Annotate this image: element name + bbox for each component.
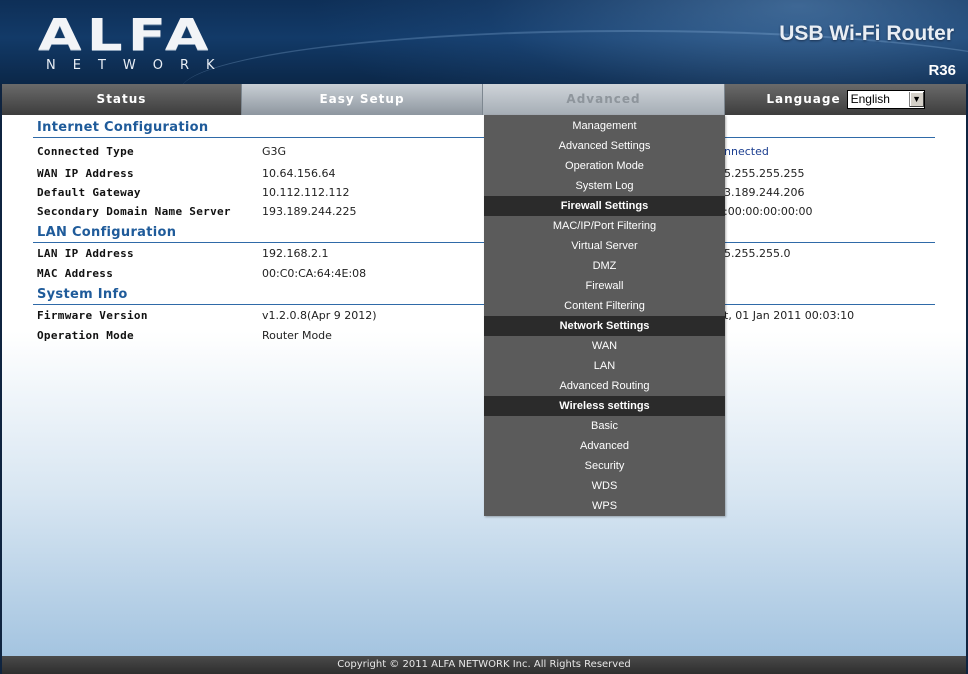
page-header: ALFA NETWORK USB Wi-Fi Router R36	[0, 0, 968, 84]
product-title: USB Wi-Fi Router	[779, 22, 954, 45]
label-connected-type: Connected Type	[37, 145, 134, 158]
menu-item-wps[interactable]: WPS	[484, 496, 725, 516]
page-footer: Copyright © 2011 ALFA NETWORK Inc. All R…	[2, 656, 966, 674]
label-firmware-version: Firmware Version	[37, 309, 148, 322]
menu-item-wan[interactable]: WAN	[484, 336, 725, 356]
value-connected-type: G3G	[262, 145, 287, 158]
menu-item-system-log[interactable]: System Log	[484, 176, 725, 196]
value-secondary-dns: 193.189.244.225	[262, 205, 357, 218]
value-primary-dns: 3.189.244.206	[724, 186, 805, 199]
menu-item-firewall[interactable]: Firewall	[484, 276, 725, 296]
value-wan-mac: :00:00:00:00:00	[724, 205, 813, 218]
menu-item-dmz[interactable]: DMZ	[484, 256, 725, 276]
main-nav: Status Easy Setup Advanced Language Engl…	[2, 84, 966, 115]
menu-item-wireless-security[interactable]: Security	[484, 456, 725, 476]
language-area: Language English ▼	[725, 84, 966, 115]
model-name: R36	[928, 62, 956, 79]
value-system-time: t, 01 Jan 2011 00:03:10	[724, 309, 855, 322]
language-select[interactable]: English ▼	[846, 90, 925, 109]
label-mac-address: MAC Address	[37, 267, 114, 280]
menu-item-management[interactable]: Management	[484, 116, 725, 136]
left-frame-edge	[0, 84, 2, 674]
section-title-internet: Internet Configuration	[37, 120, 209, 135]
nav-tab-easy-setup[interactable]: Easy Setup	[242, 84, 483, 115]
value-lan-ip: 192.168.2.1	[262, 247, 329, 260]
label-wan-ip: WAN IP Address	[37, 167, 134, 180]
advanced-dropdown-menu: Management Advanced Settings Operation M…	[484, 115, 725, 516]
menu-item-lan[interactable]: LAN	[484, 356, 725, 376]
value-mac-address: 00:C0:CA:64:4E:08	[262, 267, 367, 280]
chevron-down-icon[interactable]: ▼	[908, 92, 924, 107]
label-secondary-dns: Secondary Domain Name Server	[37, 205, 231, 218]
router-admin-page: ALFA NETWORK USB Wi-Fi Router R36 Status…	[0, 0, 968, 674]
value-connection-status[interactable]: nnected	[724, 145, 769, 158]
menu-header-network-settings: Network Settings	[484, 316, 725, 336]
value-firmware-version: v1.2.0.8(Apr 9 2012)	[262, 309, 377, 322]
value-lan-netmask: 5.255.255.0	[724, 247, 791, 260]
label-default-gateway: Default Gateway	[37, 186, 141, 199]
menu-header-wireless-settings: Wireless settings	[484, 396, 725, 416]
section-title-lan: LAN Configuration	[37, 225, 177, 240]
menu-item-advanced-routing[interactable]: Advanced Routing	[484, 376, 725, 396]
nav-tab-advanced[interactable]: Advanced	[483, 84, 725, 115]
menu-item-wireless-advanced[interactable]: Advanced	[484, 436, 725, 456]
value-wan-ip: 10.64.156.64	[262, 167, 336, 180]
menu-item-wireless-basic[interactable]: Basic	[484, 416, 725, 436]
menu-item-virtual-server[interactable]: Virtual Server	[484, 236, 725, 256]
label-operation-mode: Operation Mode	[37, 329, 134, 342]
language-label: Language	[766, 92, 841, 106]
menu-header-firewall-settings: Firewall Settings	[484, 196, 725, 216]
label-lan-ip: LAN IP Address	[37, 247, 134, 260]
menu-item-mac-ip-port-filtering[interactable]: MAC/IP/Port Filtering	[484, 216, 725, 236]
value-subnet-mask: 5.255.255.255	[724, 167, 805, 180]
section-title-system: System Info	[37, 287, 128, 302]
alfa-logo[interactable]: ALFA NETWORK	[38, 14, 232, 74]
menu-item-advanced-settings[interactable]: Advanced Settings	[484, 136, 725, 156]
logo-main-text: ALFA	[38, 10, 214, 61]
menu-item-wds[interactable]: WDS	[484, 476, 725, 496]
language-select-value: English	[850, 92, 890, 106]
value-default-gateway: 10.112.112.112	[262, 186, 350, 199]
menu-item-content-filtering[interactable]: Content Filtering	[484, 296, 725, 316]
menu-item-operation-mode[interactable]: Operation Mode	[484, 156, 725, 176]
nav-tab-status[interactable]: Status	[2, 84, 242, 115]
value-operation-mode: Router Mode	[262, 329, 332, 342]
